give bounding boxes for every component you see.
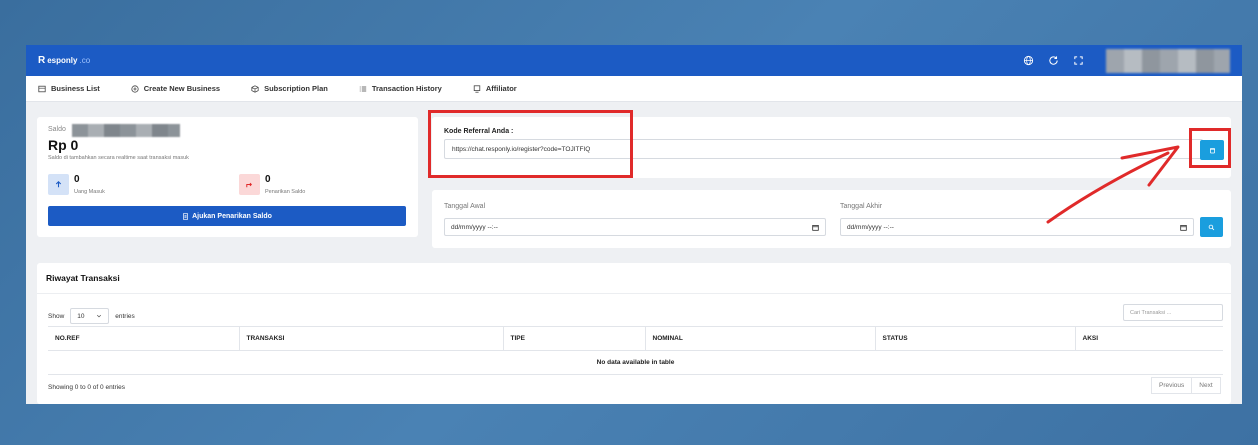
nav-transaction-history[interactable]: Transaction History <box>359 84 442 93</box>
stat-label: Uang Masuk <box>74 189 105 195</box>
building-icon <box>38 85 46 92</box>
withdraw-request-label: Ajukan Penarikan Saldo <box>192 212 272 220</box>
brand-suffix: .co <box>79 56 91 65</box>
nav-label: Create New Business <box>143 84 221 93</box>
transaction-search-input[interactable]: Cari Transaksi ... <box>1123 304 1223 321</box>
nav-subscription-plan[interactable]: Subscription Plan <box>251 84 328 93</box>
stat-label: Penarikan Saldo <box>265 189 306 195</box>
chevron-down-icon <box>97 314 102 318</box>
start-date-label: Tanggal Awal <box>444 203 486 210</box>
entries-select[interactable]: 10 <box>70 308 110 324</box>
previous-page-button[interactable]: Previous <box>1151 377 1193 394</box>
withdraw-request-button[interactable]: Ajukan Penarikan Saldo <box>48 206 406 226</box>
calendar-icon[interactable] <box>812 224 819 231</box>
column-header[interactable]: NOMINAL <box>644 326 875 351</box>
monitor-icon <box>473 84 481 93</box>
start-date-input[interactable]: dd/mm/yyyy --:-- <box>444 218 826 236</box>
document-icon <box>183 212 189 220</box>
start-date-placeholder: dd/mm/yyyy --:-- <box>451 223 498 231</box>
table-info: Showing 0 to 0 of 0 entries <box>48 384 125 391</box>
brand-name: esponly <box>47 56 78 65</box>
arrow-up-icon <box>48 174 69 195</box>
entries-value: 10 <box>77 312 85 320</box>
globe-icon[interactable] <box>1023 55 1034 66</box>
brand-initial: R <box>38 55 46 66</box>
refresh-icon[interactable] <box>1048 55 1059 66</box>
withdraw-icon <box>239 174 260 195</box>
nav-label: Subscription Plan <box>264 84 328 93</box>
pagination: Previous Next <box>1151 377 1221 394</box>
brand-logo[interactable]: Responly .co <box>38 55 90 66</box>
end-date-input[interactable]: dd/mm/yyyy --:-- <box>840 218 1194 236</box>
referral-highlight-box <box>428 110 633 178</box>
empty-table-message: No data available in table <box>48 350 1223 375</box>
fullscreen-icon[interactable] <box>1073 55 1084 66</box>
column-header[interactable]: AKSI <box>1074 326 1223 351</box>
end-date-label: Tanggal Akhir <box>840 203 883 210</box>
divider <box>37 293 1231 294</box>
date-filter-card: Tanggal Awal dd/mm/yyyy --:-- Tanggal Ak… <box>432 190 1231 248</box>
search-icon <box>1208 224 1215 230</box>
saldo-amount: Rp 0 <box>48 137 79 153</box>
nav-affiliator[interactable]: Affiliator <box>473 84 517 93</box>
nav-create-new-business[interactable]: Create New Business <box>131 84 220 93</box>
date-search-button[interactable] <box>1200 217 1223 237</box>
list-icon <box>359 86 367 91</box>
transactions-title: Riwayat Transaksi <box>46 273 120 283</box>
next-page-button[interactable]: Next <box>1192 377 1221 394</box>
app-window: Responly .co Business List Create New Bus… <box>26 45 1242 404</box>
column-header[interactable]: TIPE <box>502 326 645 351</box>
nav-label: Affiliator <box>485 84 517 93</box>
column-header[interactable]: NO.REF <box>48 326 239 351</box>
transaction-search-placeholder: Cari Transaksi ... <box>1130 309 1172 316</box>
nav-label: Transaction History <box>371 84 442 93</box>
entries-label: entries <box>115 312 135 320</box>
transactions-table: NO.REF TRANSAKSI TIPE NOMINAL STATUS AKS… <box>48 326 1223 375</box>
copy-button-highlight-box <box>1189 128 1231 168</box>
stat-value: 0 <box>74 174 80 185</box>
top-bar: Responly .co <box>26 45 1242 76</box>
column-header[interactable]: STATUS <box>874 326 1075 351</box>
table-header-row: NO.REF TRANSAKSI TIPE NOMINAL STATUS AKS… <box>48 326 1223 351</box>
nav-label: Business List <box>51 84 100 93</box>
show-label: Show <box>48 312 65 320</box>
stat-penarikan-saldo: 0 Penarikan Saldo <box>239 174 305 195</box>
nav-business-list[interactable]: Business List <box>38 84 100 93</box>
stat-uang-masuk: 0 Uang Masuk <box>48 174 105 195</box>
transactions-card: Riwayat Transaksi Show 10 entries Cari T… <box>37 263 1231 404</box>
saldo-card: Saldo Rp 0 Saldo di tambahkan secara rea… <box>37 117 418 237</box>
box-icon <box>251 84 259 93</box>
table-row: No data available in table <box>48 350 1223 375</box>
end-date-placeholder: dd/mm/yyyy --:-- <box>847 223 894 231</box>
stat-value: 0 <box>265 174 271 185</box>
column-header[interactable]: TRANSAKSI <box>238 326 503 351</box>
saldo-description: Saldo di tambahkan secara realtime saat … <box>48 155 189 161</box>
entries-length-control: Show 10 entries <box>48 308 135 324</box>
saldo-owner-blurred <box>72 124 180 137</box>
main-nav: Business List Create New Business Subscr… <box>26 76 1242 102</box>
user-profile-blurred[interactable] <box>1106 48 1230 73</box>
saldo-label: Saldo <box>48 126 66 133</box>
plus-circle-icon <box>131 84 139 93</box>
calendar-icon[interactable] <box>1180 224 1187 231</box>
